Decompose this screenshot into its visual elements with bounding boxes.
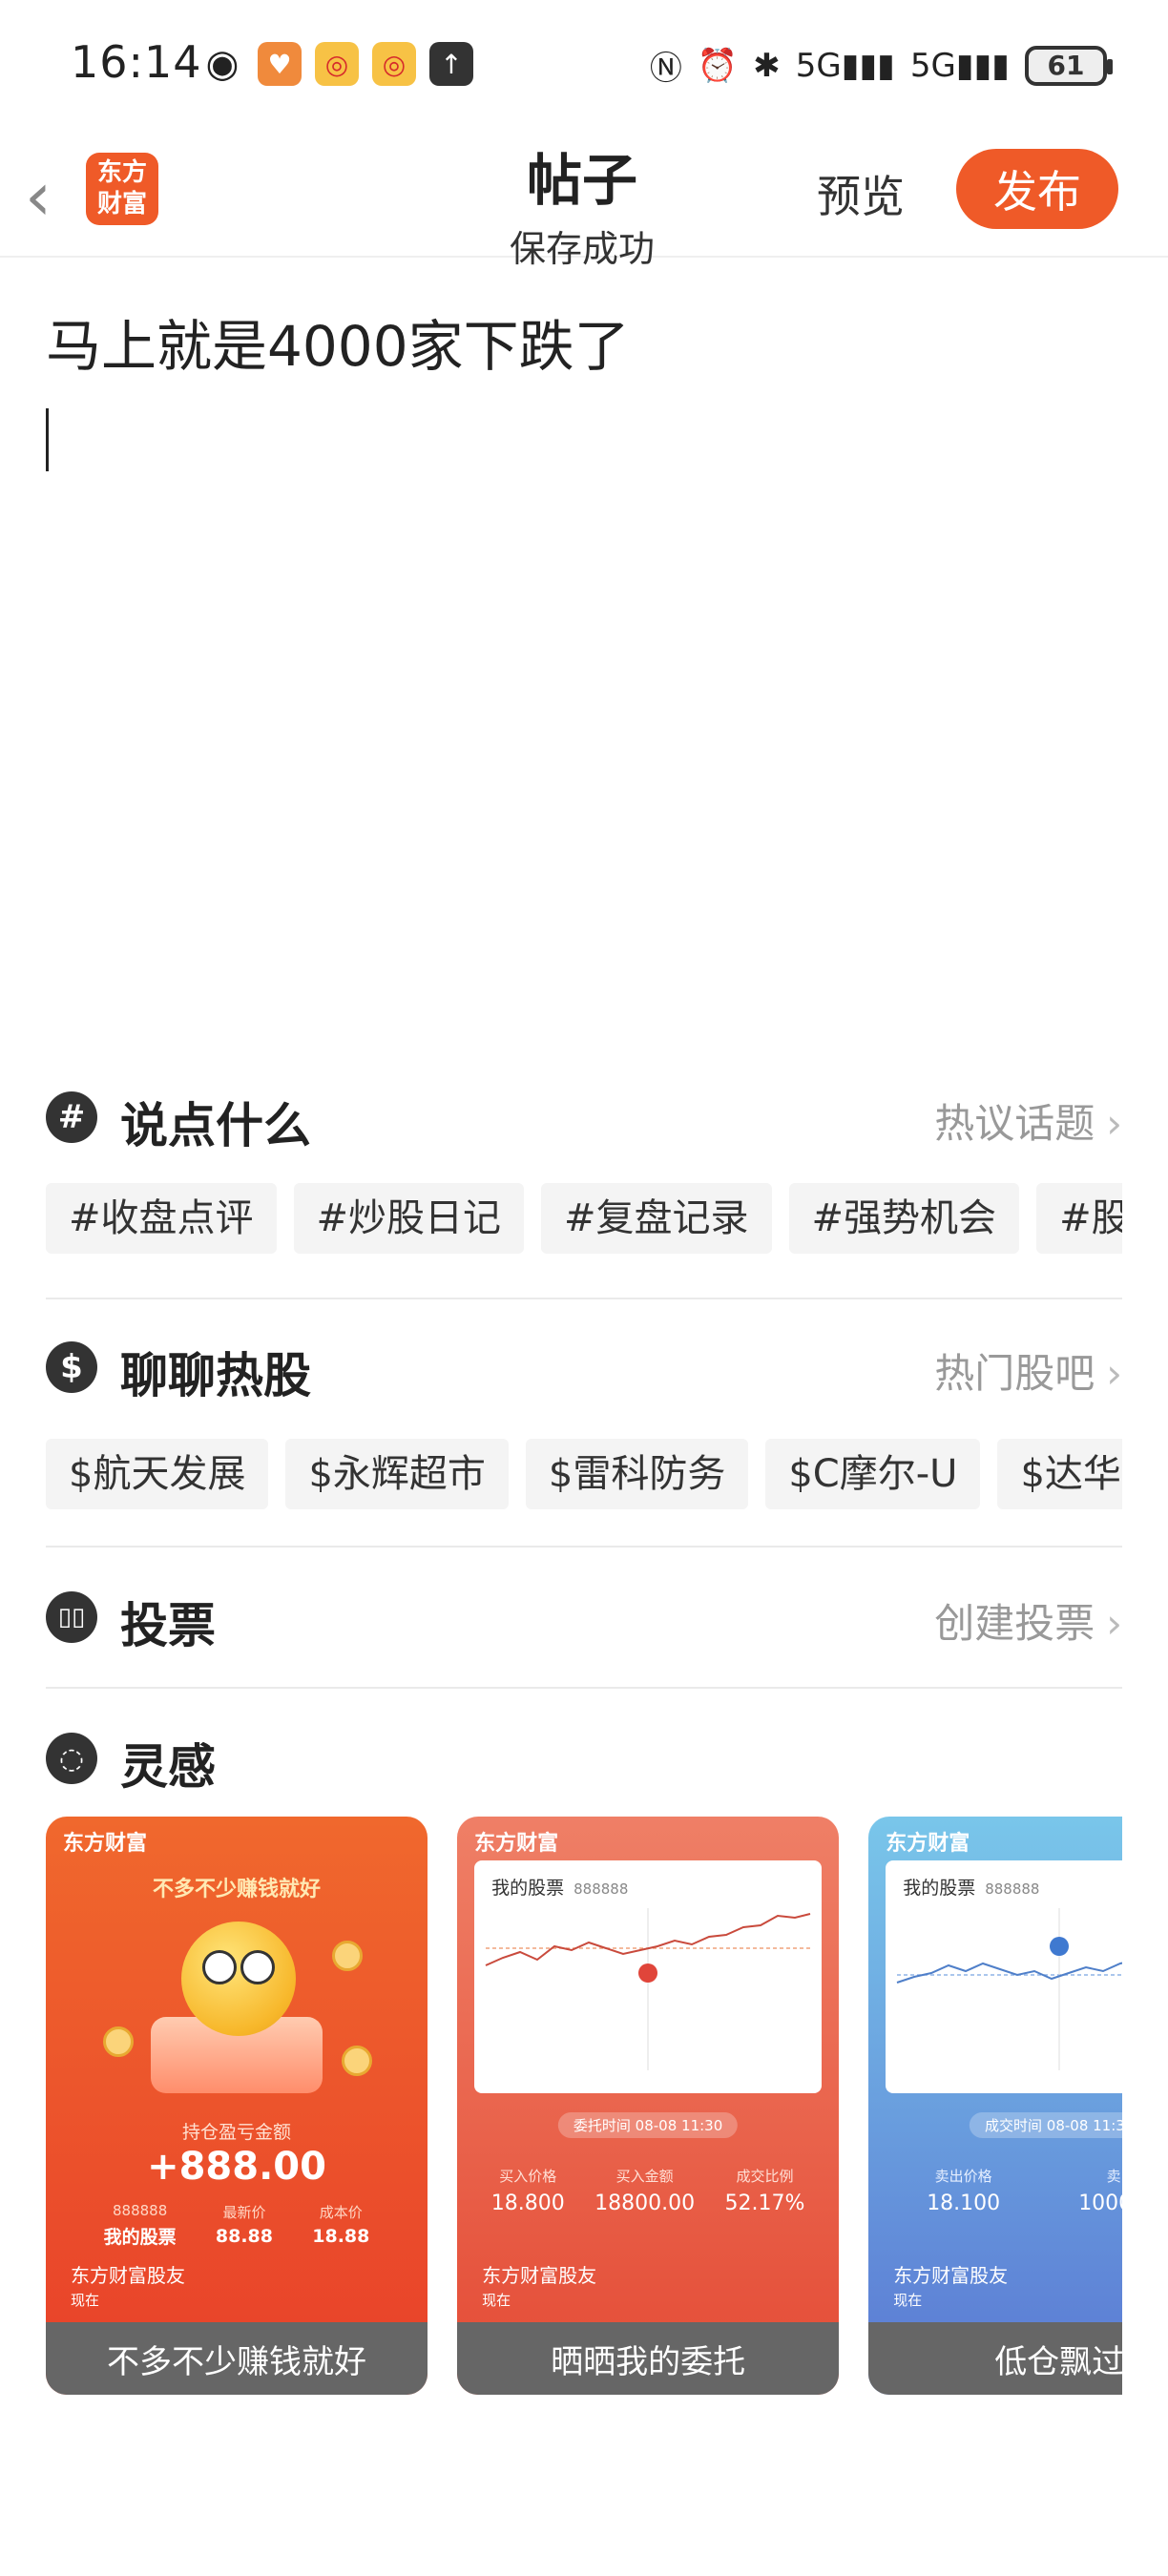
topics-section-header: # 说点什么 热议话题 › — [46, 1084, 1122, 1153]
order-time-pill: 委托时间 08-08 11:30 — [557, 2112, 739, 2138]
card-stats: 卖出价格18.100 卖出数量100000.00 — [927, 2168, 1122, 2215]
coin-illustration — [342, 2046, 372, 2076]
card-caption: 晒晒我的委托 — [457, 2322, 840, 2395]
nfc-icon: Ⓝ — [649, 50, 682, 88]
inspiration-section-header: ◌ 灵感 — [46, 1725, 1122, 1795]
status-time: 16:14 — [71, 36, 202, 88]
card-footer: 东方财富股友 现在 — [482, 2264, 597, 2309]
card-brand: 东方财富 — [63, 1832, 148, 1856]
coin-illustration — [103, 2026, 134, 2057]
preview-button[interactable]: 预览 — [817, 162, 905, 225]
chevron-right-icon: › — [1106, 1600, 1122, 1647]
trade-time-pill: 成交时间 08-08 11:30 — [970, 2112, 1122, 2138]
save-status: 保存成功 — [509, 228, 655, 270]
hot-stocks-link[interactable]: 热门股吧 › — [934, 1341, 1122, 1400]
status-system-icons: Ⓝ ⏰ ✱ 5G▮▮▮ 5G▮▮▮ 61 — [649, 42, 1113, 89]
card-stats: 888888 我的股票 最新价 88.88 成本价 18.88 — [103, 2202, 370, 2248]
mini-stock-chart: 我的股票 888888 — [474, 1860, 823, 2093]
stock-chip[interactable]: $航天发展 — [46, 1439, 269, 1509]
section-divider — [46, 1687, 1122, 1689]
bluetooth-icon: ✱ — [753, 46, 781, 85]
topic-chip[interactable]: #炒股日记 — [293, 1183, 525, 1254]
text-caret[interactable] — [46, 408, 49, 471]
header-title-group: 帖子 保存成功 — [401, 134, 763, 272]
card-stats: 买入价格 18.800 买入金额 18800.00 成交比例 52.17% — [490, 2168, 805, 2215]
app-logo: 东方 财富 — [86, 153, 158, 225]
topic-chip[interactable]: #收盘点评 — [46, 1183, 277, 1254]
vote-heading: 投票 — [120, 1598, 216, 1653]
topic-chip[interactable]: #复盘记录 — [541, 1183, 772, 1254]
dollar-icon: $ — [46, 1341, 97, 1393]
chart-title: 我的股票 888888 — [903, 1878, 1040, 1899]
heart-app-icon: ♥ — [258, 42, 302, 86]
eye-icon: ◉ — [205, 42, 240, 86]
topic-chip[interactable]: #强势机会 — [788, 1183, 1020, 1254]
card-footer: 东方财富股友 现在 — [71, 2264, 185, 2309]
create-vote-link[interactable]: 创建投票 › — [934, 1591, 1122, 1650]
stock-chips: $航天发展$永辉超市$雷科防务$C摩尔-U$达华智 — [46, 1439, 1122, 1509]
chevron-right-icon: › — [1106, 1100, 1122, 1147]
poll-icon: ▯▯ — [46, 1591, 97, 1643]
chart-title: 我的股票 888888 — [491, 1878, 629, 1899]
upload-icon: ↑ — [429, 42, 473, 86]
stocks-heading: 聊聊热股 — [120, 1348, 311, 1403]
alarm-icon: ⏰ — [697, 46, 739, 85]
vote-section-header: ▯▯ 投票 创建投票 › — [46, 1584, 1122, 1653]
card-tagline: 不多不少赚钱就好 — [152, 1878, 321, 1901]
stock-chip[interactable]: $达华智 — [997, 1439, 1122, 1509]
chevron-left-icon[interactable]: ‹ — [25, 158, 73, 235]
signal-icon: 5G▮▮▮ — [795, 46, 895, 85]
inspiration-cards: 东方财富 不多不少赚钱就好 持仓盈亏金额 +888.00 888888 我的股票 … — [46, 1817, 1122, 2395]
pnl-amount: +888.00 — [147, 2145, 326, 2189]
card-footer: 东方财富股友 现在 — [893, 2264, 1009, 2309]
stock-chip[interactable]: $C摩尔-U — [765, 1439, 981, 1509]
weibo-icon-2: ◎ — [372, 42, 416, 86]
inspiration-card[interactable]: 东方财富 我的股票 888888 委托时间 08-08 11:30 买入价格 18.… — [457, 1817, 840, 2395]
topic-chips: #收盘点评#炒股日记#复盘记录#强势机会#股市怎 — [46, 1183, 1122, 1254]
inspiration-heading: 灵感 — [120, 1739, 216, 1795]
weibo-icon: ◎ — [315, 42, 359, 86]
inspiration-card[interactable]: 东方财富 不多不少赚钱就好 持仓盈亏金额 +888.00 888888 我的股票 … — [46, 1817, 428, 2395]
app-header: ‹ 东方 财富 帖子 保存成功 预览 发布 — [0, 134, 1168, 270]
status-notification-icons: ◉ ♥ ◎ ◎ ↑ — [200, 42, 473, 86]
stock-chip[interactable]: $雷科防务 — [525, 1439, 749, 1509]
post-title-input[interactable]: 马上就是4000家下跌了 — [46, 301, 630, 382]
mascot-illustration — [181, 1922, 296, 2036]
page-title: 帖子 — [526, 148, 637, 213]
lightbulb-icon: ◌ — [46, 1733, 97, 1784]
stocks-section-header: $ 聊聊热股 热门股吧 › — [46, 1334, 1122, 1403]
coin-illustration — [332, 1941, 363, 1971]
chevron-right-icon: › — [1106, 1350, 1122, 1397]
hot-topics-link[interactable]: 热议话题 › — [934, 1091, 1122, 1150]
mini-stock-chart: 我的股票 888888 — [886, 1860, 1122, 2093]
inspiration-card[interactable]: 东方财富 我的股票 888888 成交时间 08-08 11:30 卖出价格 18.… — [868, 1817, 1122, 2395]
stock-chip[interactable]: $永辉超市 — [285, 1439, 509, 1509]
hash-icon: # — [46, 1091, 97, 1143]
card-caption: 低仓飘过 — [868, 2322, 1122, 2395]
publish-button[interactable]: 发布 — [956, 149, 1118, 229]
card-caption: 不多不少赚钱就好 — [46, 2322, 428, 2395]
section-divider — [46, 1298, 1122, 1299]
battery-icon: 61 — [1025, 45, 1113, 86]
pnl-label: 持仓盈亏金额 — [181, 2122, 291, 2143]
topics-heading: 说点什么 — [120, 1098, 311, 1153]
signal-icon-2: 5G▮▮▮ — [909, 46, 1010, 85]
topic-chip[interactable]: #股市怎 — [1036, 1183, 1122, 1254]
section-divider — [46, 1546, 1122, 1548]
status-bar: 16:14 ◉ ♥ ◎ ◎ ↑ Ⓝ ⏰ ✱ 5G▮▮▮ 5G▮▮▮ 61 — [0, 0, 1168, 134]
card-brand: 东方财富 — [886, 1832, 970, 1856]
card-brand: 东方财富 — [474, 1832, 559, 1856]
